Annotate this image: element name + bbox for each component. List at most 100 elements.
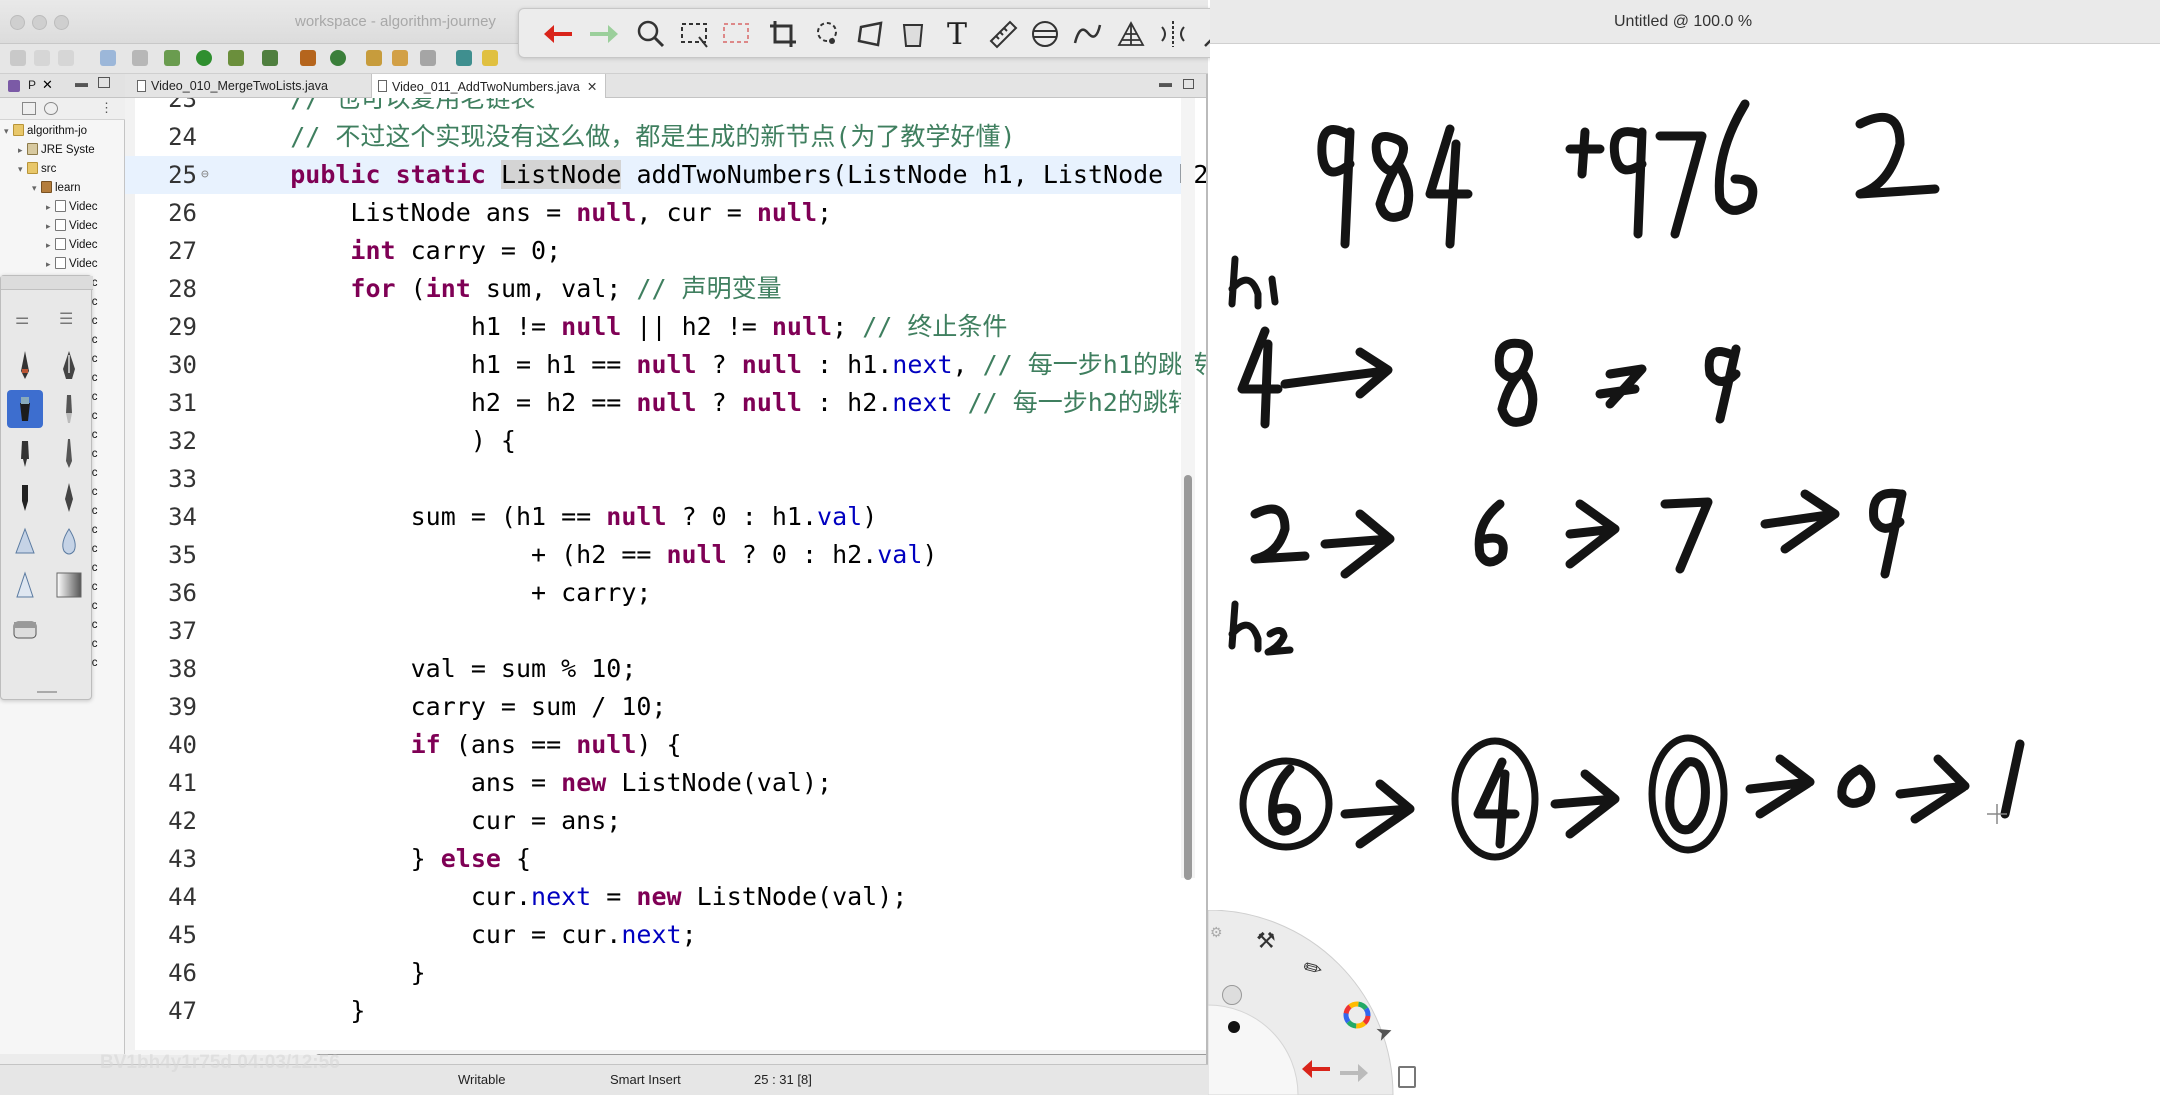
code-line[interactable]: 30 h1 = h1 == null ? null : h1.next, // … bbox=[125, 346, 1206, 384]
brush-color-swatch[interactable] bbox=[1228, 1021, 1240, 1033]
ruler-icon[interactable] bbox=[985, 16, 1021, 52]
code-line[interactable]: 35 + (h2 == null ? 0 : h2.val) bbox=[125, 536, 1185, 574]
palette-menu-icon[interactable]: ☰ bbox=[59, 309, 73, 329]
undo-icon[interactable] bbox=[541, 16, 577, 52]
maximize-editor-icon[interactable] bbox=[1183, 79, 1194, 89]
tree-item[interactable]: ▸ Videc bbox=[0, 219, 98, 237]
marker-brush-icon[interactable] bbox=[7, 390, 43, 428]
bucket-icon[interactable] bbox=[895, 16, 931, 52]
code-line[interactable]: 40 if (ans == null) { bbox=[125, 726, 1185, 764]
tree-item[interactable]: ▾ algorithm-jo bbox=[0, 124, 87, 142]
airbrush-icon[interactable] bbox=[7, 434, 43, 472]
vertical-scroll-thumb[interactable] bbox=[1184, 475, 1192, 880]
chevron-right-icon[interactable]: ▸ bbox=[46, 259, 55, 270]
tab-merge-two-lists[interactable]: Video_010_MergeTwoLists.java bbox=[131, 74, 336, 98]
tree-item[interactable]: ▸ JRE Syste bbox=[0, 143, 95, 161]
guide-icon[interactable] bbox=[1027, 16, 1063, 52]
code-line[interactable]: 26 ListNode ans = null, cur = null; bbox=[125, 194, 1185, 232]
maximize-icon[interactable] bbox=[98, 77, 110, 88]
text-icon[interactable]: T bbox=[939, 16, 975, 52]
code-line[interactable]: 42 cur = ans; bbox=[125, 802, 1185, 840]
minimize-editor-icon[interactable]: ▬ bbox=[1159, 75, 1172, 90]
curve-icon[interactable] bbox=[1069, 16, 1105, 52]
smudge-icon[interactable] bbox=[7, 566, 43, 604]
tree-item[interactable]: ▾ src bbox=[0, 162, 56, 180]
code-line[interactable]: 33 bbox=[125, 460, 1185, 498]
radial-redo-icon[interactable] bbox=[1336, 1062, 1370, 1089]
settings-icon[interactable]: ⚙ bbox=[1210, 924, 1223, 941]
debug-icon[interactable] bbox=[164, 50, 180, 66]
package-explorer-tab[interactable]: P ✕ ▬ bbox=[0, 74, 125, 98]
zoom-icon[interactable] bbox=[633, 16, 669, 52]
gradient-icon[interactable] bbox=[51, 566, 87, 604]
rect-select-icon[interactable] bbox=[677, 16, 713, 52]
minimize-window-button[interactable] bbox=[32, 15, 47, 30]
redo-icon[interactable] bbox=[585, 16, 621, 52]
horizontal-scroll-thumb[interactable] bbox=[315, 1054, 1206, 1055]
transform-icon[interactable] bbox=[853, 16, 889, 52]
triangle-eraser-icon[interactable] bbox=[7, 522, 43, 560]
code-editor[interactable]: 23 // 也可以复用老链表 24 // 不过这个实现没有这么做，都是生成的新节点… bbox=[125, 98, 1206, 1055]
code-line[interactable]: 25 public static ListNode addTwoNumbers(… bbox=[125, 156, 1206, 194]
coverage-icon[interactable] bbox=[228, 50, 244, 66]
ink-pen-brush-icon[interactable] bbox=[51, 346, 87, 384]
brush-size-icon[interactable] bbox=[1222, 985, 1242, 1005]
zoom-window-button[interactable] bbox=[54, 15, 69, 30]
annotation-icon[interactable] bbox=[482, 50, 498, 66]
code-line[interactable]: 46 } bbox=[125, 954, 1185, 992]
vertical-scrollbar[interactable] bbox=[1181, 98, 1195, 880]
code-line[interactable]: 24 // 不过这个实现没有这么做，都是生成的新节点(为了教学好懂) bbox=[125, 118, 1185, 156]
new-icon[interactable] bbox=[10, 50, 26, 66]
close-icon[interactable]: ✕ bbox=[42, 77, 53, 93]
code-line[interactable]: 47 } bbox=[125, 992, 1185, 1030]
code-line[interactable]: 38 val = sum % 10; bbox=[125, 650, 1185, 688]
open-task-icon[interactable] bbox=[392, 50, 408, 66]
tree-item[interactable]: ▸ Videc bbox=[0, 200, 98, 218]
tab-add-two-numbers[interactable]: Video_011_AddTwoNumbers.java ✕ bbox=[371, 74, 607, 98]
view-menu-icon[interactable]: ⋮ bbox=[100, 100, 113, 116]
perspective-icon[interactable] bbox=[1113, 16, 1149, 52]
code-line[interactable]: 32 ) { bbox=[125, 422, 1185, 460]
color-picker-icon[interactable] bbox=[1342, 1000, 1372, 1035]
search-icon[interactable] bbox=[420, 50, 436, 66]
magic-select-icon[interactable] bbox=[719, 16, 755, 52]
chevron-right-icon[interactable]: ▸ bbox=[46, 202, 55, 213]
trash-icon[interactable] bbox=[1398, 1066, 1416, 1088]
code-line[interactable]: 28 for (int sum, val; // 声明变量 bbox=[125, 270, 1185, 308]
crop-icon[interactable] bbox=[765, 16, 801, 52]
new-class-icon[interactable] bbox=[330, 50, 346, 66]
code-line[interactable]: 23 // 也可以复用老链表 bbox=[125, 98, 1185, 118]
palette-resize-grip[interactable] bbox=[37, 691, 57, 693]
code-line[interactable]: 27 int carry = 0; bbox=[125, 232, 1185, 270]
fold-toggle-icon[interactable]: ⊖ bbox=[201, 156, 209, 194]
console-icon[interactable] bbox=[100, 50, 116, 66]
code-line[interactable]: 29 h1 != null || h2 != null; // 终止条件 bbox=[125, 308, 1185, 346]
symmetry-icon[interactable] bbox=[1155, 16, 1191, 52]
blur-drop-icon[interactable] bbox=[51, 522, 87, 560]
code-line[interactable]: 44 cur.next = new ListNode(val); bbox=[125, 878, 1185, 916]
minimize-icon[interactable]: ▬ bbox=[75, 75, 88, 90]
chevron-down-icon[interactable]: ▾ bbox=[4, 126, 13, 137]
paintbrush-icon[interactable] bbox=[51, 390, 87, 428]
palette-handle[interactable] bbox=[1, 276, 93, 290]
close-window-button[interactable] bbox=[10, 15, 25, 30]
tree-item[interactable]: ▾ learn bbox=[0, 181, 81, 199]
toggle-mark-icon[interactable] bbox=[456, 50, 472, 66]
chevron-right-icon[interactable]: ▸ bbox=[46, 221, 55, 232]
radial-undo-icon[interactable] bbox=[1300, 1058, 1334, 1085]
save-all-icon[interactable] bbox=[58, 50, 74, 66]
code-line[interactable]: 39 carry = sum / 10; bbox=[125, 688, 1185, 726]
code-line[interactable]: 31 h2 = h2 == null ? null : h2.next // 每… bbox=[125, 384, 1193, 422]
code-line[interactable]: 36 + carry; bbox=[125, 574, 1185, 612]
chevron-down-icon[interactable]: ▾ bbox=[32, 183, 41, 194]
fine-pen-icon[interactable] bbox=[51, 434, 87, 472]
link-editor-icon[interactable] bbox=[44, 102, 58, 115]
close-tab-icon[interactable]: ✕ bbox=[587, 80, 597, 94]
new-java-project-icon[interactable] bbox=[300, 50, 316, 66]
external-tools-icon[interactable] bbox=[262, 50, 278, 66]
open-type-icon[interactable] bbox=[366, 50, 382, 66]
chevron-right-icon[interactable]: ▸ bbox=[18, 145, 27, 156]
pencil-brush-icon[interactable] bbox=[7, 346, 43, 384]
save-icon[interactable] bbox=[34, 50, 50, 66]
felt-pen-icon[interactable] bbox=[7, 478, 43, 516]
